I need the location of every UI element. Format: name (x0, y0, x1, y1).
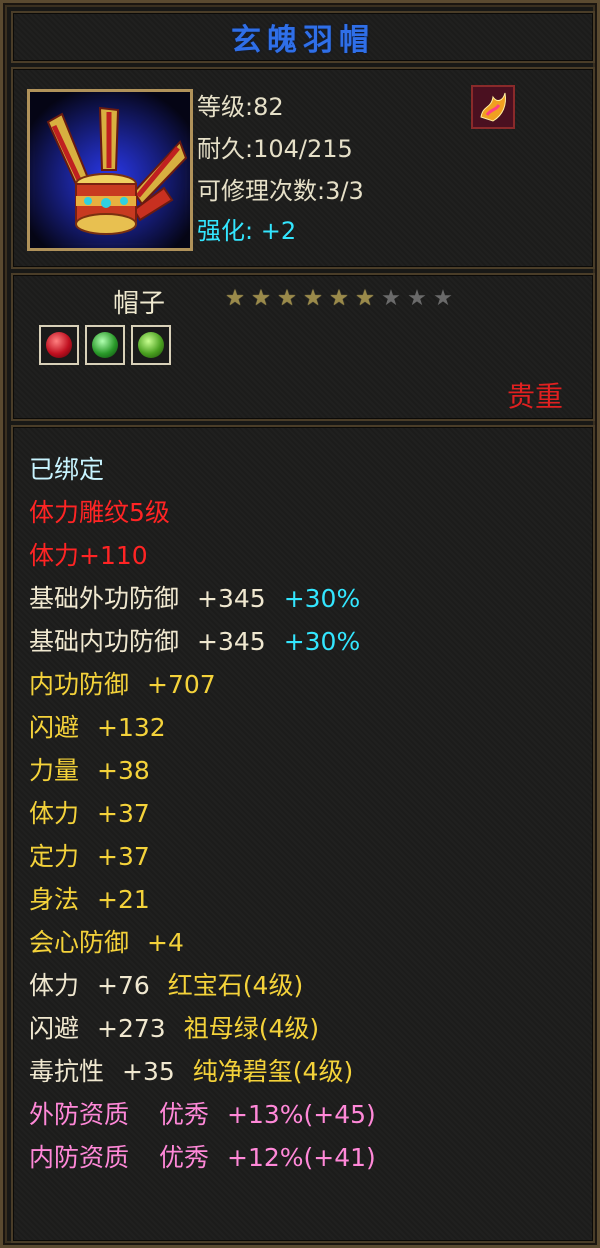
stat-percent: +30% (283, 627, 361, 656)
stat-value: +132 (97, 713, 166, 742)
aptitude-line: 内防资质 优秀 +12%(+41) (29, 1139, 376, 1177)
star-filled-icon: ★ (277, 286, 297, 311)
item-level: 等级:82 (197, 93, 284, 121)
item-tooltip: 玄魄羽帽 等级:82 耐久:104/215 可修理次数:3/3 强化: +2 帽… (0, 0, 600, 1248)
green-gem-icon (138, 332, 164, 358)
aptitude-grade: 优秀 (159, 1143, 210, 1172)
star-empty-icon: ★ (407, 286, 427, 311)
stat-label: 闪避 (29, 713, 80, 742)
stat-label: 毒抗性 (29, 1057, 105, 1086)
item-info-panel: 等级:82 耐久:104/215 可修理次数:3/3 强化: +2 (11, 67, 595, 269)
aptitude-label: 外防资质 (29, 1100, 130, 1129)
engrave-line: 体力雕纹5级 (29, 498, 170, 527)
green-gem-icon (92, 332, 118, 358)
aptitude-value: +13%(+45) (227, 1100, 376, 1129)
item-type-panel: 帽子 ★ ★ ★ ★ ★ ★ ★ ★ ★ 贵重 (11, 273, 595, 421)
aptitude-line: 外防资质 优秀 +13%(+45) (29, 1096, 376, 1134)
item-enhance: 强化: +2 (197, 211, 296, 246)
stat-value: +273 (97, 1014, 166, 1043)
aptitude-value: +12%(+41) (227, 1143, 376, 1172)
stat-value: +37 (97, 842, 150, 871)
stat-label: 基础内功防御 (29, 627, 180, 656)
stat-label: 内功防御 (29, 670, 130, 699)
gem-bonus-line: 闪避 +273 祖母绿(4级) (29, 1010, 319, 1048)
engrave-bonus-line: 体力+110 (29, 541, 148, 570)
gem-bonus-line: 体力 +76 红宝石(4级) (29, 967, 303, 1005)
rarity-label: 贵重 (506, 380, 563, 413)
stat-label: 基础外功防御 (29, 584, 180, 613)
gem-slot (131, 325, 171, 365)
star-filled-icon: ★ (303, 286, 323, 311)
agility-line: 身法 +21 (29, 881, 150, 919)
stat-label: 闪避 (29, 1014, 80, 1043)
int-def-line: 内功防御 +707 (29, 666, 216, 704)
gem-slot (39, 325, 79, 365)
aptitude-grade: 优秀 (159, 1100, 210, 1129)
star-empty-icon: ★ (433, 286, 453, 311)
stat-value: +345 (197, 627, 266, 656)
stat-value: +35 (122, 1057, 175, 1086)
aptitude-label: 内防资质 (29, 1143, 130, 1172)
stat-label: 会心防御 (29, 928, 130, 957)
item-attributes-panel: 已绑定 体力雕纹5级 体力+110 基础外功防御 +345 +30% 基础内功防御 +… (11, 425, 595, 1243)
stat-label: 体力 (29, 971, 80, 1000)
item-repair-count: 可修理次数:3/3 (197, 177, 364, 205)
stat-value: +38 (97, 756, 150, 785)
item-name: 玄魄羽帽 (231, 23, 375, 58)
base-ext-def-line: 基础外功防御 +345 +30% (29, 580, 360, 618)
gem-name: 祖母绿(4级) (183, 1014, 320, 1043)
flame-badge-icon (471, 85, 515, 129)
gem-bonus-line: 毒抗性 +35 纯净碧玺(4级) (29, 1053, 353, 1091)
title-bar: 玄魄羽帽 (11, 11, 595, 63)
base-int-def-line: 基础内功防御 +345 +30% (29, 623, 360, 661)
strength-line: 力量 +38 (29, 752, 150, 790)
stat-value: +21 (97, 885, 150, 914)
red-gem-icon (46, 332, 72, 358)
stat-value: +345 (197, 584, 266, 613)
stat-label: 定力 (29, 842, 80, 871)
gem-name: 纯净碧玺(4级) (192, 1057, 354, 1086)
enhance-value: +2 (260, 217, 297, 245)
star-filled-icon: ★ (355, 286, 375, 311)
item-durability: 耐久:104/215 (197, 135, 353, 163)
bound-status: 已绑定 (29, 455, 105, 484)
item-type: 帽子 (113, 289, 166, 319)
stat-percent: +30% (283, 584, 361, 613)
stat-label: 体力 (29, 799, 80, 828)
star-rating: ★ ★ ★ ★ ★ ★ ★ ★ ★ (223, 287, 455, 311)
crit-def-line: 会心防御 +4 (29, 924, 184, 962)
dodge-line: 闪避 +132 (29, 709, 166, 747)
focus-line: 定力 +37 (29, 838, 150, 876)
stat-value: +707 (147, 670, 216, 699)
stat-label: 力量 (29, 756, 80, 785)
stat-value: +37 (97, 799, 150, 828)
gem-slot (85, 325, 125, 365)
star-filled-icon: ★ (329, 286, 349, 311)
star-filled-icon: ★ (225, 286, 245, 311)
hat-item-icon (27, 89, 193, 251)
stat-value: +4 (147, 928, 184, 957)
star-filled-icon: ★ (251, 286, 271, 311)
gem-sockets (39, 325, 171, 365)
star-empty-icon: ★ (381, 286, 401, 311)
gem-name: 红宝石(4级) (167, 971, 304, 1000)
stamina-line: 体力 +37 (29, 795, 150, 833)
enhance-label: 强化: (197, 217, 254, 245)
stat-value: +76 (97, 971, 150, 1000)
stat-label: 身法 (29, 885, 80, 914)
